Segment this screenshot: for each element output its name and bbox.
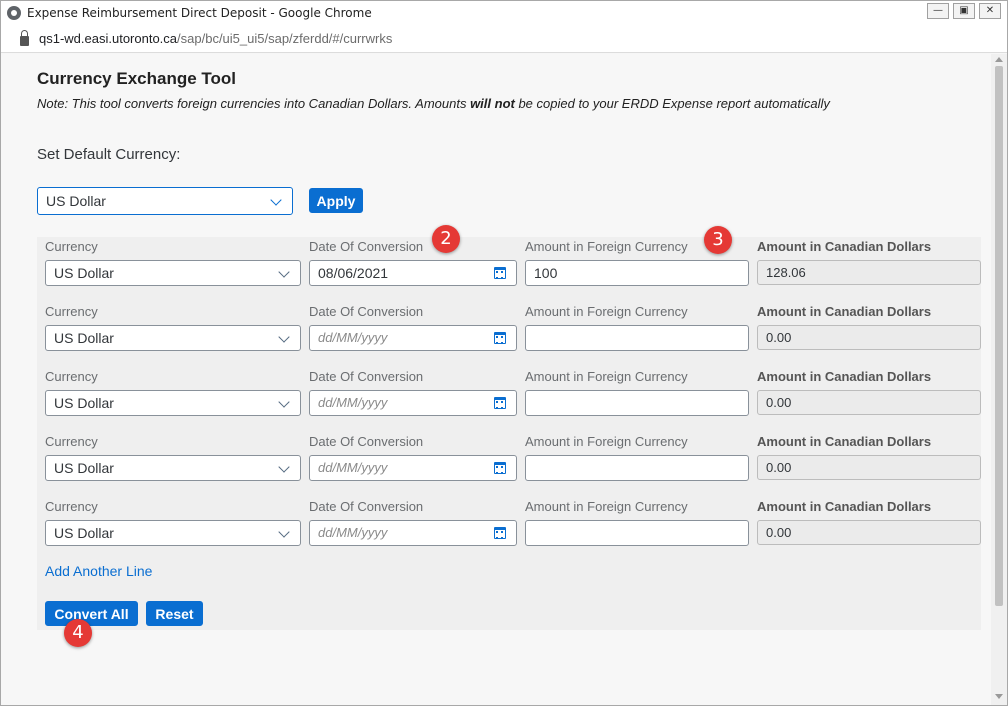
currency-label: Currency: [45, 369, 98, 384]
currency-label: Currency: [45, 239, 98, 254]
chevron-down-icon: [270, 194, 282, 206]
currency-select[interactable]: US Dollar: [45, 390, 301, 416]
currency-value: US Dollar: [54, 265, 114, 281]
annotation-badge: 4: [64, 619, 92, 647]
lock-icon: [20, 29, 29, 46]
date-input[interactable]: 08/06/2021: [309, 260, 517, 286]
close-button[interactable]: ✕: [979, 3, 1001, 19]
default-currency-value: US Dollar: [46, 193, 106, 209]
currency-label: Currency: [45, 434, 98, 449]
title-bar: Expense Reimbursement Direct Deposit - G…: [1, 1, 1007, 25]
currency-value: US Dollar: [54, 525, 114, 541]
scroll-down-arrow-icon[interactable]: [995, 694, 1003, 699]
amount-cad-output: 0.00: [757, 520, 981, 545]
date-input[interactable]: dd/MM/yyyy: [309, 390, 517, 416]
scroll-thumb[interactable]: [995, 66, 1003, 606]
amount-cad-output: 128.06: [757, 260, 981, 285]
currency-value: US Dollar: [54, 460, 114, 476]
amount-foreign-label: Amount in Foreign Currency: [525, 499, 688, 514]
amount-cad-label: Amount in Canadian Dollars: [757, 239, 932, 254]
date-label: Date Of Conversion: [309, 434, 424, 449]
calendar-icon[interactable]: [494, 267, 506, 279]
currency-select[interactable]: US Dollar: [45, 455, 301, 481]
calendar-icon[interactable]: [494, 332, 506, 344]
amount-foreign-label: Amount in Foreign Currency: [525, 369, 688, 384]
date-placeholder: dd/MM/yyyy: [318, 525, 388, 540]
amount-foreign-input[interactable]: [525, 325, 749, 351]
scroll-up-arrow-icon[interactable]: [995, 57, 1003, 62]
chevron-down-icon: [278, 266, 290, 278]
amount-cad-output: 0.00: [757, 325, 981, 350]
amount-foreign-input[interactable]: 100: [525, 260, 749, 286]
reset-button[interactable]: Reset: [146, 601, 203, 626]
default-currency-label: Set Default Currency:: [37, 146, 181, 163]
date-placeholder: dd/MM/yyyy: [318, 460, 388, 475]
apply-button[interactable]: Apply: [309, 188, 363, 213]
chevron-down-icon: [278, 396, 290, 408]
note-text: Note: This tool converts foreign currenc…: [37, 96, 830, 111]
chrome-icon: [7, 6, 21, 20]
convert-all-button[interactable]: Convert All: [45, 601, 138, 626]
calendar-icon[interactable]: [494, 462, 506, 474]
minimize-button[interactable]: —: [927, 3, 949, 19]
currency-label: Currency: [45, 499, 98, 514]
date-label: Date Of Conversion: [309, 369, 424, 384]
amount-foreign-input[interactable]: [525, 455, 749, 481]
amount-cad-output: 0.00: [757, 390, 981, 415]
date-label: Date Of Conversion: [309, 239, 424, 254]
date-placeholder: dd/MM/yyyy: [318, 330, 388, 345]
amount-foreign-label: Amount in Foreign Currency: [525, 434, 688, 449]
date-value: 08/06/2021: [318, 265, 389, 281]
calendar-icon[interactable]: [494, 397, 506, 409]
date-input[interactable]: dd/MM/yyyy: [309, 520, 517, 546]
chevron-down-icon: [278, 526, 290, 538]
window-controls: — ▣ ✕: [927, 3, 1001, 19]
date-placeholder: dd/MM/yyyy: [318, 395, 388, 410]
note-prefix: Note: This tool converts foreign currenc…: [37, 96, 471, 111]
page-title: Currency Exchange Tool: [37, 69, 237, 88]
note-suffix: be copied to your ERDD Expense report au…: [514, 96, 830, 111]
currency-select[interactable]: US Dollar: [45, 325, 301, 351]
currency-label: Currency: [45, 304, 98, 319]
chevron-down-icon: [278, 331, 290, 343]
address-bar[interactable]: qs1-wd.easi.utoronto.ca/sap/bc/ui5_ui5/s…: [1, 25, 1007, 53]
add-another-line-link[interactable]: Add Another Line: [45, 563, 152, 579]
currency-value: US Dollar: [54, 330, 114, 346]
amount-foreign-label: Amount in Foreign Currency: [525, 304, 688, 319]
url-host: qs1-wd.easi.utoronto.ca: [39, 31, 178, 46]
url-path: /sap/bc/ui5_ui5/sap/zferdd/#/currwrks: [177, 31, 393, 46]
chevron-down-icon: [278, 461, 290, 473]
amount-cad-label: Amount in Canadian Dollars: [757, 434, 932, 449]
date-input[interactable]: dd/MM/yyyy: [309, 325, 517, 351]
note-bold: will not: [470, 96, 515, 111]
amount-cad-label: Amount in Canadian Dollars: [757, 499, 932, 514]
browser-window: Expense Reimbursement Direct Deposit - G…: [0, 0, 1008, 706]
amount-foreign-input[interactable]: [525, 390, 749, 416]
annotation-badge: 3: [704, 226, 732, 254]
date-label: Date Of Conversion: [309, 304, 424, 319]
amount-foreign-label: Amount in Foreign Currency: [525, 239, 688, 254]
url[interactable]: qs1-wd.easi.utoronto.ca/sap/bc/ui5_ui5/s…: [39, 31, 392, 46]
currency-select[interactable]: US Dollar: [45, 520, 301, 546]
default-currency-select[interactable]: US Dollar: [37, 187, 293, 215]
annotation-badge: 2: [432, 225, 460, 253]
amount-cad-label: Amount in Canadian Dollars: [757, 369, 932, 384]
currency-value: US Dollar: [54, 395, 114, 411]
amount-foreign-input[interactable]: [525, 520, 749, 546]
vertical-scrollbar[interactable]: [991, 54, 1007, 705]
restore-button[interactable]: ▣: [953, 3, 975, 19]
calendar-icon[interactable]: [494, 527, 506, 539]
date-input[interactable]: dd/MM/yyyy: [309, 455, 517, 481]
amount-cad-label: Amount in Canadian Dollars: [757, 304, 932, 319]
window-title: Expense Reimbursement Direct Deposit - G…: [27, 6, 372, 20]
currency-select[interactable]: US Dollar: [45, 260, 301, 286]
amount-cad-output: 0.00: [757, 455, 981, 480]
date-label: Date Of Conversion: [309, 499, 424, 514]
